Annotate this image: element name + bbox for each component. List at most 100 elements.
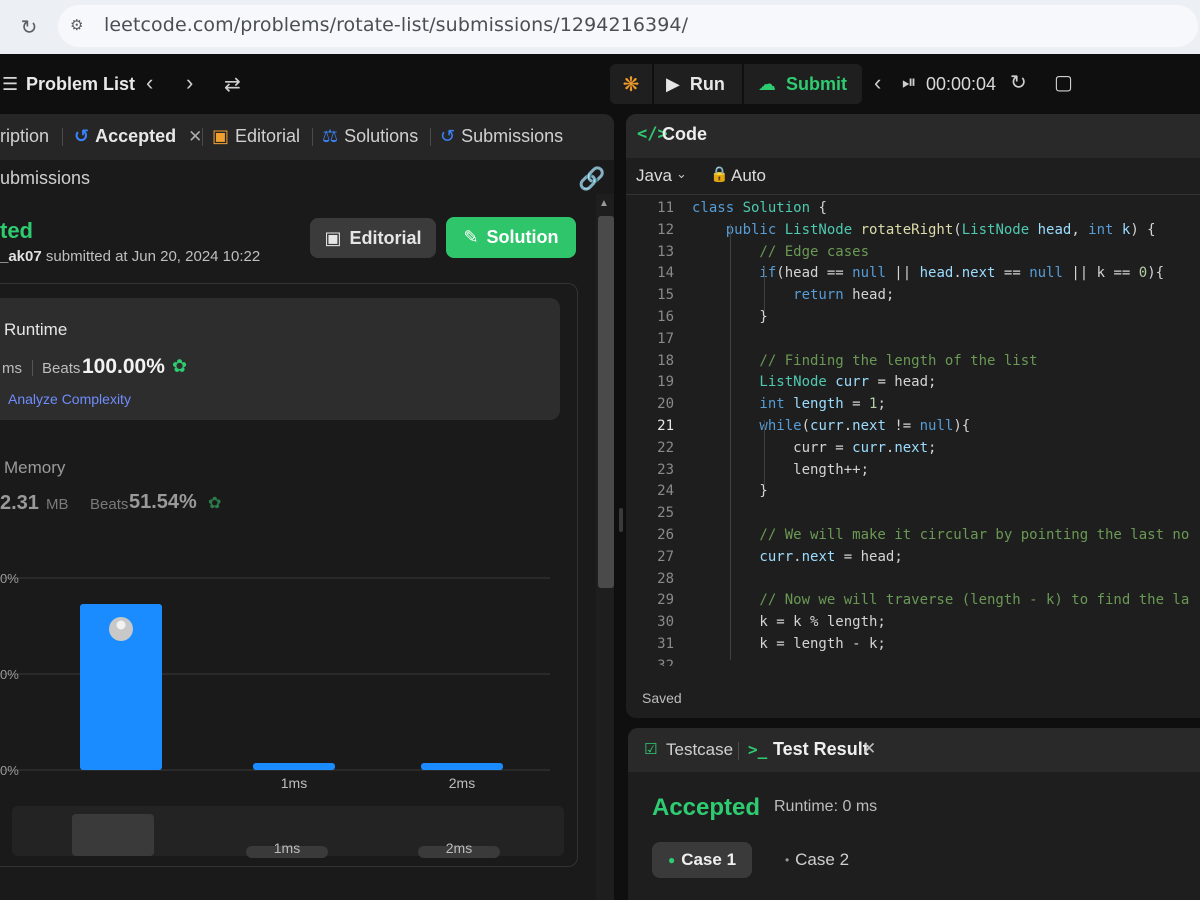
language-select[interactable]: Java <box>636 166 672 186</box>
code-line[interactable]: 20 int length = 1; <box>638 396 1200 418</box>
code-token: // Finding the length of the list <box>692 352 1038 369</box>
code-text: if(head == null || head.next == null || … <box>692 265 1164 281</box>
code-token: next <box>801 548 836 565</box>
tab-testcase[interactable]: Testcase <box>666 740 733 760</box>
code-panel-header <box>626 114 1200 158</box>
code-editor[interactable]: 11 class Solution {12 public ListNode rot… <box>638 200 1200 666</box>
tab-solutions[interactable]: ⚖ Solutions <box>322 126 418 147</box>
code-line[interactable]: 16 } <box>638 309 1200 331</box>
history-icon: ↺ <box>440 126 456 146</box>
code-token: ListNode <box>692 374 836 391</box>
code-line[interactable]: 24 } <box>638 483 1200 505</box>
code-line[interactable]: 22 curr = curr.next; <box>638 440 1200 462</box>
prev-problem-icon[interactable]: ‹ <box>146 70 153 96</box>
code-token: next <box>852 418 886 434</box>
code-line[interactable]: 23 length++; <box>638 462 1200 484</box>
clap-icon: ✿ <box>208 495 222 512</box>
line-number: 11 <box>657 200 674 216</box>
saved-status: Saved <box>642 690 682 706</box>
line-number: 18 <box>657 352 674 369</box>
code-line[interactable]: 26 // We will make it circular by pointi… <box>638 527 1200 549</box>
overview-tick-label: 1ms <box>273 840 301 856</box>
code-line[interactable]: 12 public ListNode rotateRight(ListNode … <box>638 222 1200 244</box>
case-1-button[interactable]: ● Case 1 <box>652 842 752 878</box>
run-button[interactable]: ▶ Run <box>654 64 742 104</box>
panel-resize-handle[interactable] <box>619 508 623 532</box>
tab-divider <box>430 128 431 146</box>
solution-button[interactable]: ✎ Solution <box>446 217 576 258</box>
tab-solutions-label: Solutions <box>344 126 419 146</box>
tab-accepted[interactable]: ↺ Accepted ✕ <box>74 126 202 147</box>
tab-editorial[interactable]: ▣ Editorial <box>212 126 300 147</box>
code-line[interactable]: 18 // Finding the length of the list <box>638 353 1200 375</box>
code-panel-title: Code <box>662 124 707 144</box>
y-tick-label: 0% <box>0 571 19 586</box>
auto-mode-label[interactable]: Auto <box>731 166 766 186</box>
runtime-beats-value: 100.00% <box>82 355 165 378</box>
tab-divider <box>738 742 739 760</box>
submit-button[interactable]: ☁ Submit <box>744 64 862 104</box>
history-icon: ↺ <box>74 126 90 146</box>
timer-collapse-icon[interactable]: ‹ <box>874 70 881 96</box>
tab-description[interactable]: ription <box>0 126 49 147</box>
code-line[interactable]: 13 // Edge cases <box>638 244 1200 266</box>
code-line[interactable]: 29 // Now we will traverse (length - k) … <box>638 592 1200 614</box>
code-token: while <box>692 418 802 434</box>
line-number: 32 <box>657 657 674 666</box>
memory-label[interactable]: Memory <box>4 458 65 478</box>
code-line[interactable]: 21 while(curr.next != null){ <box>638 418 1200 440</box>
code-token: return <box>692 287 853 304</box>
chevron-down-icon[interactable]: ⌄ <box>676 166 687 182</box>
code-line[interactable]: 19 ListNode curr = head; <box>638 374 1200 396</box>
code-token: ( <box>801 418 811 434</box>
chart-bar <box>253 763 335 770</box>
username[interactable]: _ak07 <box>0 248 42 265</box>
scrollbar-thumb[interactable] <box>598 216 614 588</box>
code-line[interactable]: 11 class Solution { <box>638 200 1200 222</box>
case-2-button[interactable]: • Case 2 <box>772 842 862 878</box>
analyze-complexity-link[interactable]: Analyze Complexity <box>8 391 131 407</box>
problem-list-link[interactable]: Problem List <box>26 74 135 95</box>
menu-icon[interactable]: ☰ <box>2 74 18 95</box>
code-token: ListNode <box>784 221 861 238</box>
code-token: = head; <box>835 548 903 565</box>
tab-submissions[interactable]: ↺ Submissions <box>440 126 563 147</box>
code-line[interactable]: 17 <box>638 331 1200 353</box>
url-text[interactable]: leetcode.com/problems/rotate-list/submis… <box>104 14 688 36</box>
debug-button[interactable]: ❋ <box>610 64 652 104</box>
editorial-button[interactable]: ▣ Editorial <box>310 218 436 258</box>
code-line[interactable]: 32 <box>638 658 1200 666</box>
line-number: 22 <box>657 439 674 456</box>
code-line[interactable]: 30 k = k % length; <box>638 614 1200 636</box>
close-icon[interactable]: ✕ <box>862 739 876 759</box>
reset-timer-icon[interactable]: ↻ <box>1010 70 1027 95</box>
shuffle-icon[interactable]: ⇄ <box>224 72 241 97</box>
submissions-back-link[interactable]: ubmissions <box>0 168 90 189</box>
code-line[interactable]: 28 <box>638 571 1200 593</box>
code-line[interactable]: 15 return head; <box>638 287 1200 309</box>
run-label: Run <box>689 73 725 94</box>
code-token: public <box>692 221 785 238</box>
link-icon[interactable]: 🔗 <box>578 166 605 192</box>
tab-test-result[interactable]: Test Result <box>773 739 869 760</box>
close-icon[interactable]: ✕ <box>188 127 202 147</box>
code-token: head <box>919 265 954 282</box>
submitted-time: submitted at Jun 20, 2024 10:22 <box>45 248 261 265</box>
scroll-up-arrow-icon[interactable]: ▲ <box>599 198 609 209</box>
code-token: null <box>919 418 954 434</box>
code-token: = <box>843 396 870 413</box>
site-info-icon[interactable]: ⚙ <box>70 16 90 36</box>
avatar-head <box>116 620 126 630</box>
code-text: length++; <box>692 462 869 478</box>
timer-pause-icon[interactable]: ⏯ <box>902 72 916 93</box>
code-line[interactable]: 14 if(head == null || head.next == null … <box>638 265 1200 287</box>
code-line[interactable]: 25 <box>638 505 1200 527</box>
notes-icon[interactable]: ▢ <box>1054 70 1073 95</box>
line-number: 12 <box>657 221 674 238</box>
code-line[interactable]: 27 curr.next = head; <box>638 549 1200 571</box>
code-line[interactable]: 31 k = length - k; <box>638 636 1200 658</box>
reload-icon[interactable]: ↻ <box>14 12 44 42</box>
memory-beats-label: Beats <box>90 496 129 513</box>
next-problem-icon[interactable]: › <box>186 70 193 96</box>
code-token: curr <box>692 548 794 565</box>
